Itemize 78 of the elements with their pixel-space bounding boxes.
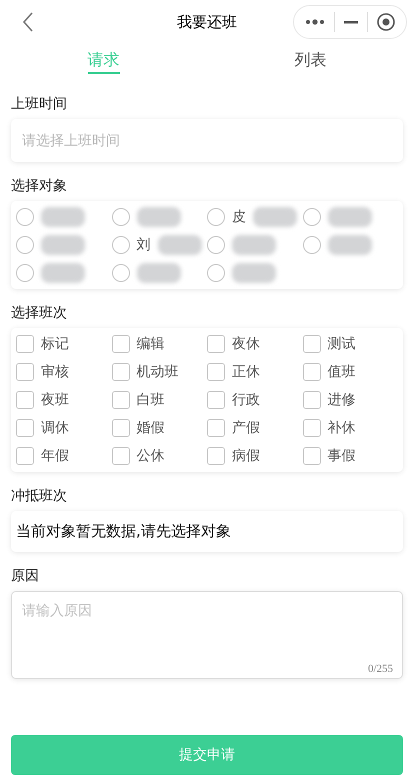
option-label: 年假 [41, 447, 69, 465]
blurred-name [136, 207, 180, 227]
radio-button[interactable] [16, 264, 34, 282]
blurred-name [253, 207, 297, 227]
tab[interactable]: 列表 [294, 44, 326, 74]
checkbox[interactable] [207, 363, 225, 381]
char-counter: 0/255 [368, 663, 393, 675]
radio-button[interactable] [207, 208, 225, 226]
option-label: 婚假 [136, 419, 164, 437]
radio-button[interactable] [302, 236, 320, 254]
checkbox[interactable] [112, 447, 130, 465]
option-label: 事假 [328, 447, 356, 465]
checkbox[interactable] [207, 335, 225, 353]
option-label: 正休 [232, 363, 260, 381]
blurred-name [232, 263, 276, 283]
checkbox[interactable] [112, 335, 130, 353]
checkbox[interactable] [302, 335, 320, 353]
radio-button[interactable] [112, 236, 130, 254]
section-label: 选择对象 [11, 178, 67, 194]
blurred-name [158, 235, 202, 255]
close-icon[interactable] [376, 12, 396, 32]
blurred-name [232, 235, 276, 255]
option-label: 病假 [232, 447, 260, 465]
checkbox[interactable] [207, 391, 225, 409]
checkbox[interactable] [16, 363, 34, 381]
option-label: 夜班 [41, 391, 69, 409]
section-label: 原因 [11, 568, 39, 584]
option-label: 产假 [232, 419, 260, 437]
option-label: 刘 [136, 236, 150, 254]
option-label: 审核 [41, 363, 69, 381]
checkbox[interactable] [112, 419, 130, 437]
option-label: 公休 [136, 447, 164, 465]
checkbox[interactable] [302, 391, 320, 409]
radio-button[interactable] [112, 208, 130, 226]
blurred-name [41, 235, 85, 255]
empty-message: 当前对象暂无数据,请先选择对象 [16, 522, 231, 541]
checkbox[interactable] [302, 447, 320, 465]
radio-button[interactable] [16, 236, 34, 254]
option-label: 夜休 [232, 335, 260, 353]
checkbox[interactable] [112, 391, 130, 409]
blurred-name [41, 263, 85, 283]
blurred-name [328, 235, 372, 255]
option-label: 补休 [328, 419, 356, 437]
section-label: 冲抵班次 [11, 488, 67, 504]
more-icon[interactable] [304, 17, 326, 27]
checkbox[interactable] [302, 419, 320, 437]
checkbox[interactable] [16, 447, 34, 465]
option-label: 标记 [41, 335, 69, 353]
checkbox[interactable] [16, 391, 34, 409]
option-label: 调休 [41, 419, 69, 437]
section-label: 上班时间 [11, 96, 67, 112]
checkbox[interactable] [112, 363, 130, 381]
radio-button[interactable] [207, 264, 225, 282]
option-label: 值班 [328, 363, 356, 381]
date-field[interactable]: 请选择上班时间 [11, 119, 403, 162]
checkbox[interactable] [302, 363, 320, 381]
option-label: 行政 [232, 391, 260, 409]
checkbox[interactable] [16, 419, 34, 437]
radio-button[interactable] [16, 208, 34, 226]
option-label: 进修 [328, 391, 356, 409]
option-label: 编辑 [136, 335, 164, 353]
blurred-name [41, 207, 85, 227]
radio-button[interactable] [207, 236, 225, 254]
checkbox[interactable] [207, 447, 225, 465]
page-title: 我要还班 [177, 12, 237, 32]
tab[interactable]: 请求 [88, 44, 120, 74]
blurred-name [136, 263, 180, 283]
checkbox[interactable] [16, 335, 34, 353]
option-label: 测试 [328, 335, 356, 353]
radio-button[interactable] [112, 264, 130, 282]
submit-button[interactable]: 提交申请 [11, 735, 403, 775]
option-label: 白班 [136, 391, 164, 409]
radio-button[interactable] [302, 208, 320, 226]
option-label: 机动班 [136, 363, 178, 381]
blurred-name [328, 207, 372, 227]
option-label: 皮 [232, 208, 246, 226]
checkbox[interactable] [207, 419, 225, 437]
section-label: 选择班次 [11, 305, 67, 321]
